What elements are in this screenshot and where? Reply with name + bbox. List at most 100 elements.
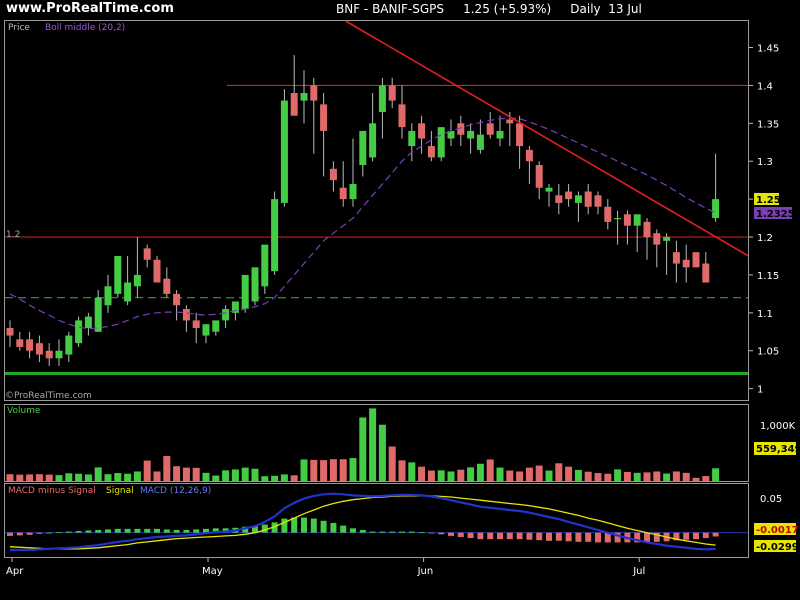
volume-bar bbox=[535, 465, 543, 481]
macd-histogram-bar bbox=[330, 522, 337, 533]
candle-body bbox=[65, 335, 73, 355]
macd-histogram-bar bbox=[555, 532, 562, 541]
candle-body bbox=[398, 104, 406, 128]
candle-body bbox=[359, 130, 367, 166]
candle-body bbox=[182, 309, 190, 321]
candle-body bbox=[408, 130, 416, 147]
date-tick-label: May bbox=[202, 566, 223, 577]
macd-histogram-bar bbox=[16, 532, 23, 536]
volume-bar bbox=[574, 469, 582, 481]
macd-histogram-bar bbox=[389, 531, 396, 533]
volume-bar bbox=[408, 462, 416, 481]
macd-histogram-bar bbox=[408, 531, 415, 533]
macd-histogram-bar bbox=[477, 532, 484, 540]
macd-histogram-bar bbox=[124, 528, 131, 533]
price-panel bbox=[4, 20, 749, 401]
volume-bar bbox=[447, 471, 455, 481]
macd-histogram-bar bbox=[310, 518, 317, 533]
candle-body bbox=[604, 206, 612, 222]
volume-bar bbox=[290, 475, 298, 481]
macd-histogram-bar bbox=[585, 532, 592, 542]
candle-body bbox=[45, 350, 53, 359]
macd-histogram-bar bbox=[114, 528, 121, 533]
volume-bar bbox=[163, 456, 171, 481]
candle-body bbox=[653, 233, 661, 245]
candle-body bbox=[251, 267, 259, 302]
volume-bar bbox=[682, 472, 690, 481]
volume-bar bbox=[35, 474, 43, 481]
candle-body bbox=[418, 123, 426, 139]
volume-bar bbox=[349, 458, 357, 481]
volume-bar bbox=[623, 471, 631, 481]
boll-legend: Boll middle (20,2) bbox=[45, 23, 125, 33]
volume-bar bbox=[320, 460, 328, 481]
candle-body bbox=[614, 218, 622, 220]
macd-histogram-bar bbox=[369, 531, 376, 533]
macd-histogram-bar bbox=[595, 532, 601, 543]
macd-histogram-bar bbox=[457, 532, 464, 537]
volume-bar bbox=[525, 467, 533, 481]
volume-bar bbox=[241, 467, 249, 481]
macd-histogram-bar bbox=[154, 528, 160, 533]
volume-bar bbox=[182, 467, 190, 481]
volume-bar bbox=[202, 472, 210, 481]
volume-bar bbox=[486, 459, 494, 481]
macd-histogram-bar bbox=[575, 532, 582, 542]
candle-body bbox=[35, 343, 43, 355]
volume-bar bbox=[663, 473, 671, 481]
macd-histogram-bar bbox=[65, 531, 72, 533]
candle-body bbox=[104, 286, 112, 306]
candle-body bbox=[555, 195, 563, 203]
candle-body bbox=[525, 149, 533, 162]
price-tick-label: 1.4 bbox=[757, 81, 773, 92]
candle-body bbox=[163, 278, 171, 294]
volume-panel-title: Volume bbox=[7, 406, 41, 416]
macd-histogram-bar bbox=[516, 532, 523, 540]
candle-body bbox=[388, 85, 396, 101]
volume-bar bbox=[124, 473, 132, 481]
volume-bar bbox=[614, 469, 622, 481]
macd-histogram-bar bbox=[712, 532, 719, 537]
candle-body bbox=[496, 130, 504, 139]
macd-histogram-bar bbox=[546, 532, 552, 541]
macd-histogram-bar bbox=[487, 532, 494, 540]
volume-bar bbox=[712, 468, 720, 481]
macd-histogram-bar bbox=[36, 532, 43, 534]
volume-bar bbox=[359, 417, 367, 481]
macd-histogram-bar bbox=[173, 529, 180, 533]
macd-histogram-bar bbox=[428, 532, 435, 534]
candle-body bbox=[6, 327, 14, 336]
macd-histogram-bar bbox=[281, 518, 288, 533]
volume-bar bbox=[476, 463, 484, 481]
candle-body bbox=[192, 320, 200, 328]
candle-body bbox=[271, 199, 279, 272]
volume-bar bbox=[271, 475, 279, 481]
candle-body bbox=[437, 127, 445, 158]
macd-histogram-bar bbox=[379, 531, 386, 533]
volume-bar bbox=[584, 471, 592, 481]
level-label: 1.2 bbox=[6, 230, 20, 240]
candle-body bbox=[212, 320, 220, 332]
price-tick-label: 1.1 bbox=[757, 309, 773, 320]
price-tick-label: 1.2 bbox=[757, 233, 773, 244]
volume-bar bbox=[300, 459, 308, 481]
volume-bar bbox=[65, 473, 73, 481]
date-tick-label: Jun bbox=[417, 566, 434, 577]
volume-bar bbox=[222, 470, 230, 481]
macd-histogram-bar bbox=[565, 532, 572, 542]
candle-body bbox=[545, 187, 553, 192]
macd-histogram-bar bbox=[105, 529, 111, 533]
candle-body bbox=[133, 274, 141, 287]
candle-body bbox=[643, 221, 651, 238]
candle-body bbox=[280, 100, 288, 203]
macd-histogram-bar bbox=[144, 528, 151, 533]
macd-histogram-bar bbox=[26, 532, 33, 535]
candle-body bbox=[672, 252, 680, 264]
candle-body bbox=[702, 263, 710, 283]
volume-bar bbox=[339, 459, 347, 481]
macd-histogram-bar bbox=[399, 531, 405, 533]
candle-body bbox=[339, 187, 347, 200]
volume-bar bbox=[26, 474, 34, 481]
candle-body bbox=[535, 165, 543, 188]
volume-bar bbox=[437, 470, 445, 481]
